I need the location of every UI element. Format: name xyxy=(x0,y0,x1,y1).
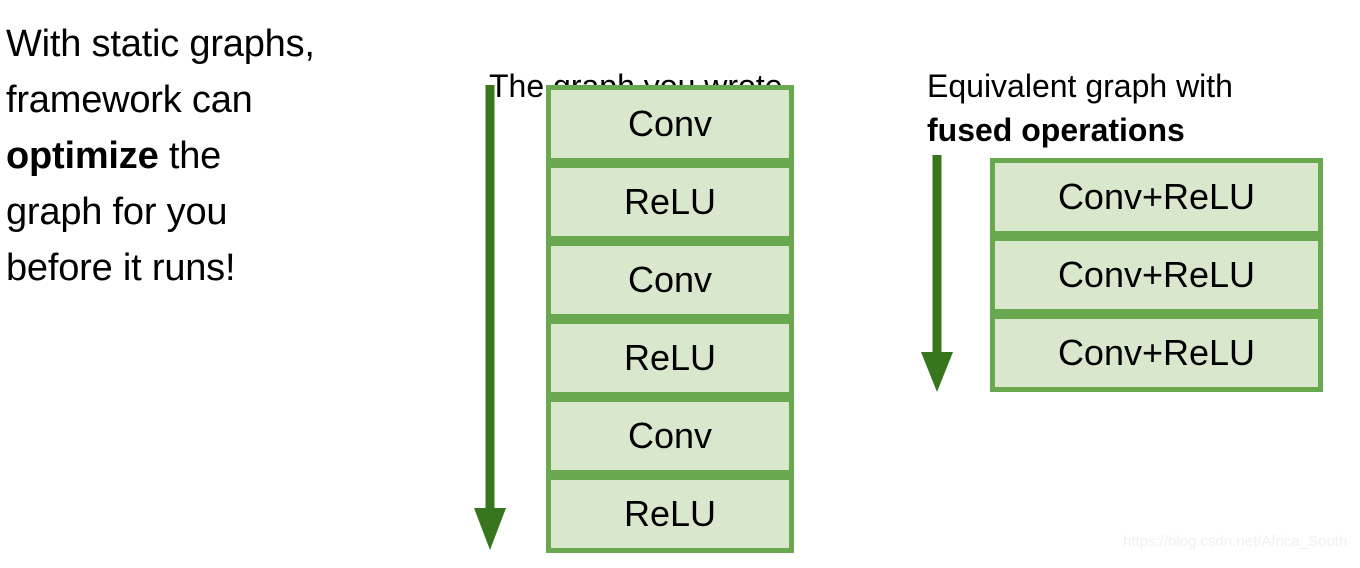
written-graph-flow-arrow-down-icon xyxy=(474,85,506,550)
graph-node-label: ReLU xyxy=(623,181,717,222)
graph-node: ReLU xyxy=(546,163,794,241)
graph-node: Conv xyxy=(546,241,794,319)
source-watermark: https://blog.csdn.net/Africa_South xyxy=(1123,533,1348,550)
graph-node-label: Conv+ReLU xyxy=(1057,254,1256,295)
static-graph-explanation-text: With static graphs, framework can optimi… xyxy=(6,16,446,296)
graph-node-label: Conv+ReLU xyxy=(1057,176,1256,217)
written-graph-node-stack: Conv ReLU Conv ReLU Conv ReLU xyxy=(546,85,794,553)
arrow-shaft xyxy=(932,155,942,355)
explanation-line-2: framework can xyxy=(6,79,253,121)
arrow-head xyxy=(921,352,953,392)
graph-node-label: Conv xyxy=(627,415,713,456)
graph-node: Conv+ReLU xyxy=(990,158,1323,236)
graph-node: ReLU xyxy=(546,475,794,553)
explanation-line-3-rest: the xyxy=(158,135,222,177)
graph-node-label: ReLU xyxy=(623,337,717,378)
graph-node: Conv+ReLU xyxy=(990,314,1323,392)
graph-node-label: Conv+ReLU xyxy=(1057,332,1256,373)
explanation-line-4: graph for you xyxy=(6,191,228,233)
explanation-line-5: before it runs! xyxy=(6,247,236,289)
fused-graph-flow-arrow-down-icon xyxy=(921,155,953,392)
graph-node: Conv xyxy=(546,85,794,163)
explanation-emphasis-optimize: optimize xyxy=(6,135,159,177)
arrow-head xyxy=(474,508,506,550)
graph-node: Conv+ReLU xyxy=(990,236,1323,314)
fused-graph-node-stack: Conv+ReLU Conv+ReLU Conv+ReLU xyxy=(990,158,1323,392)
graph-node-label: ReLU xyxy=(623,493,717,534)
graph-node: ReLU xyxy=(546,319,794,397)
graph-node-label: Conv xyxy=(627,259,713,300)
graph-node-label: Conv xyxy=(627,103,713,144)
arrow-shaft xyxy=(485,85,495,512)
explanation-line-1: With static graphs, xyxy=(6,23,315,65)
fused-graph-header-emphasis: fused operations xyxy=(927,112,1185,148)
fused-graph-header-text: Equivalent graph with xyxy=(927,68,1233,104)
graph-node: Conv xyxy=(546,397,794,475)
